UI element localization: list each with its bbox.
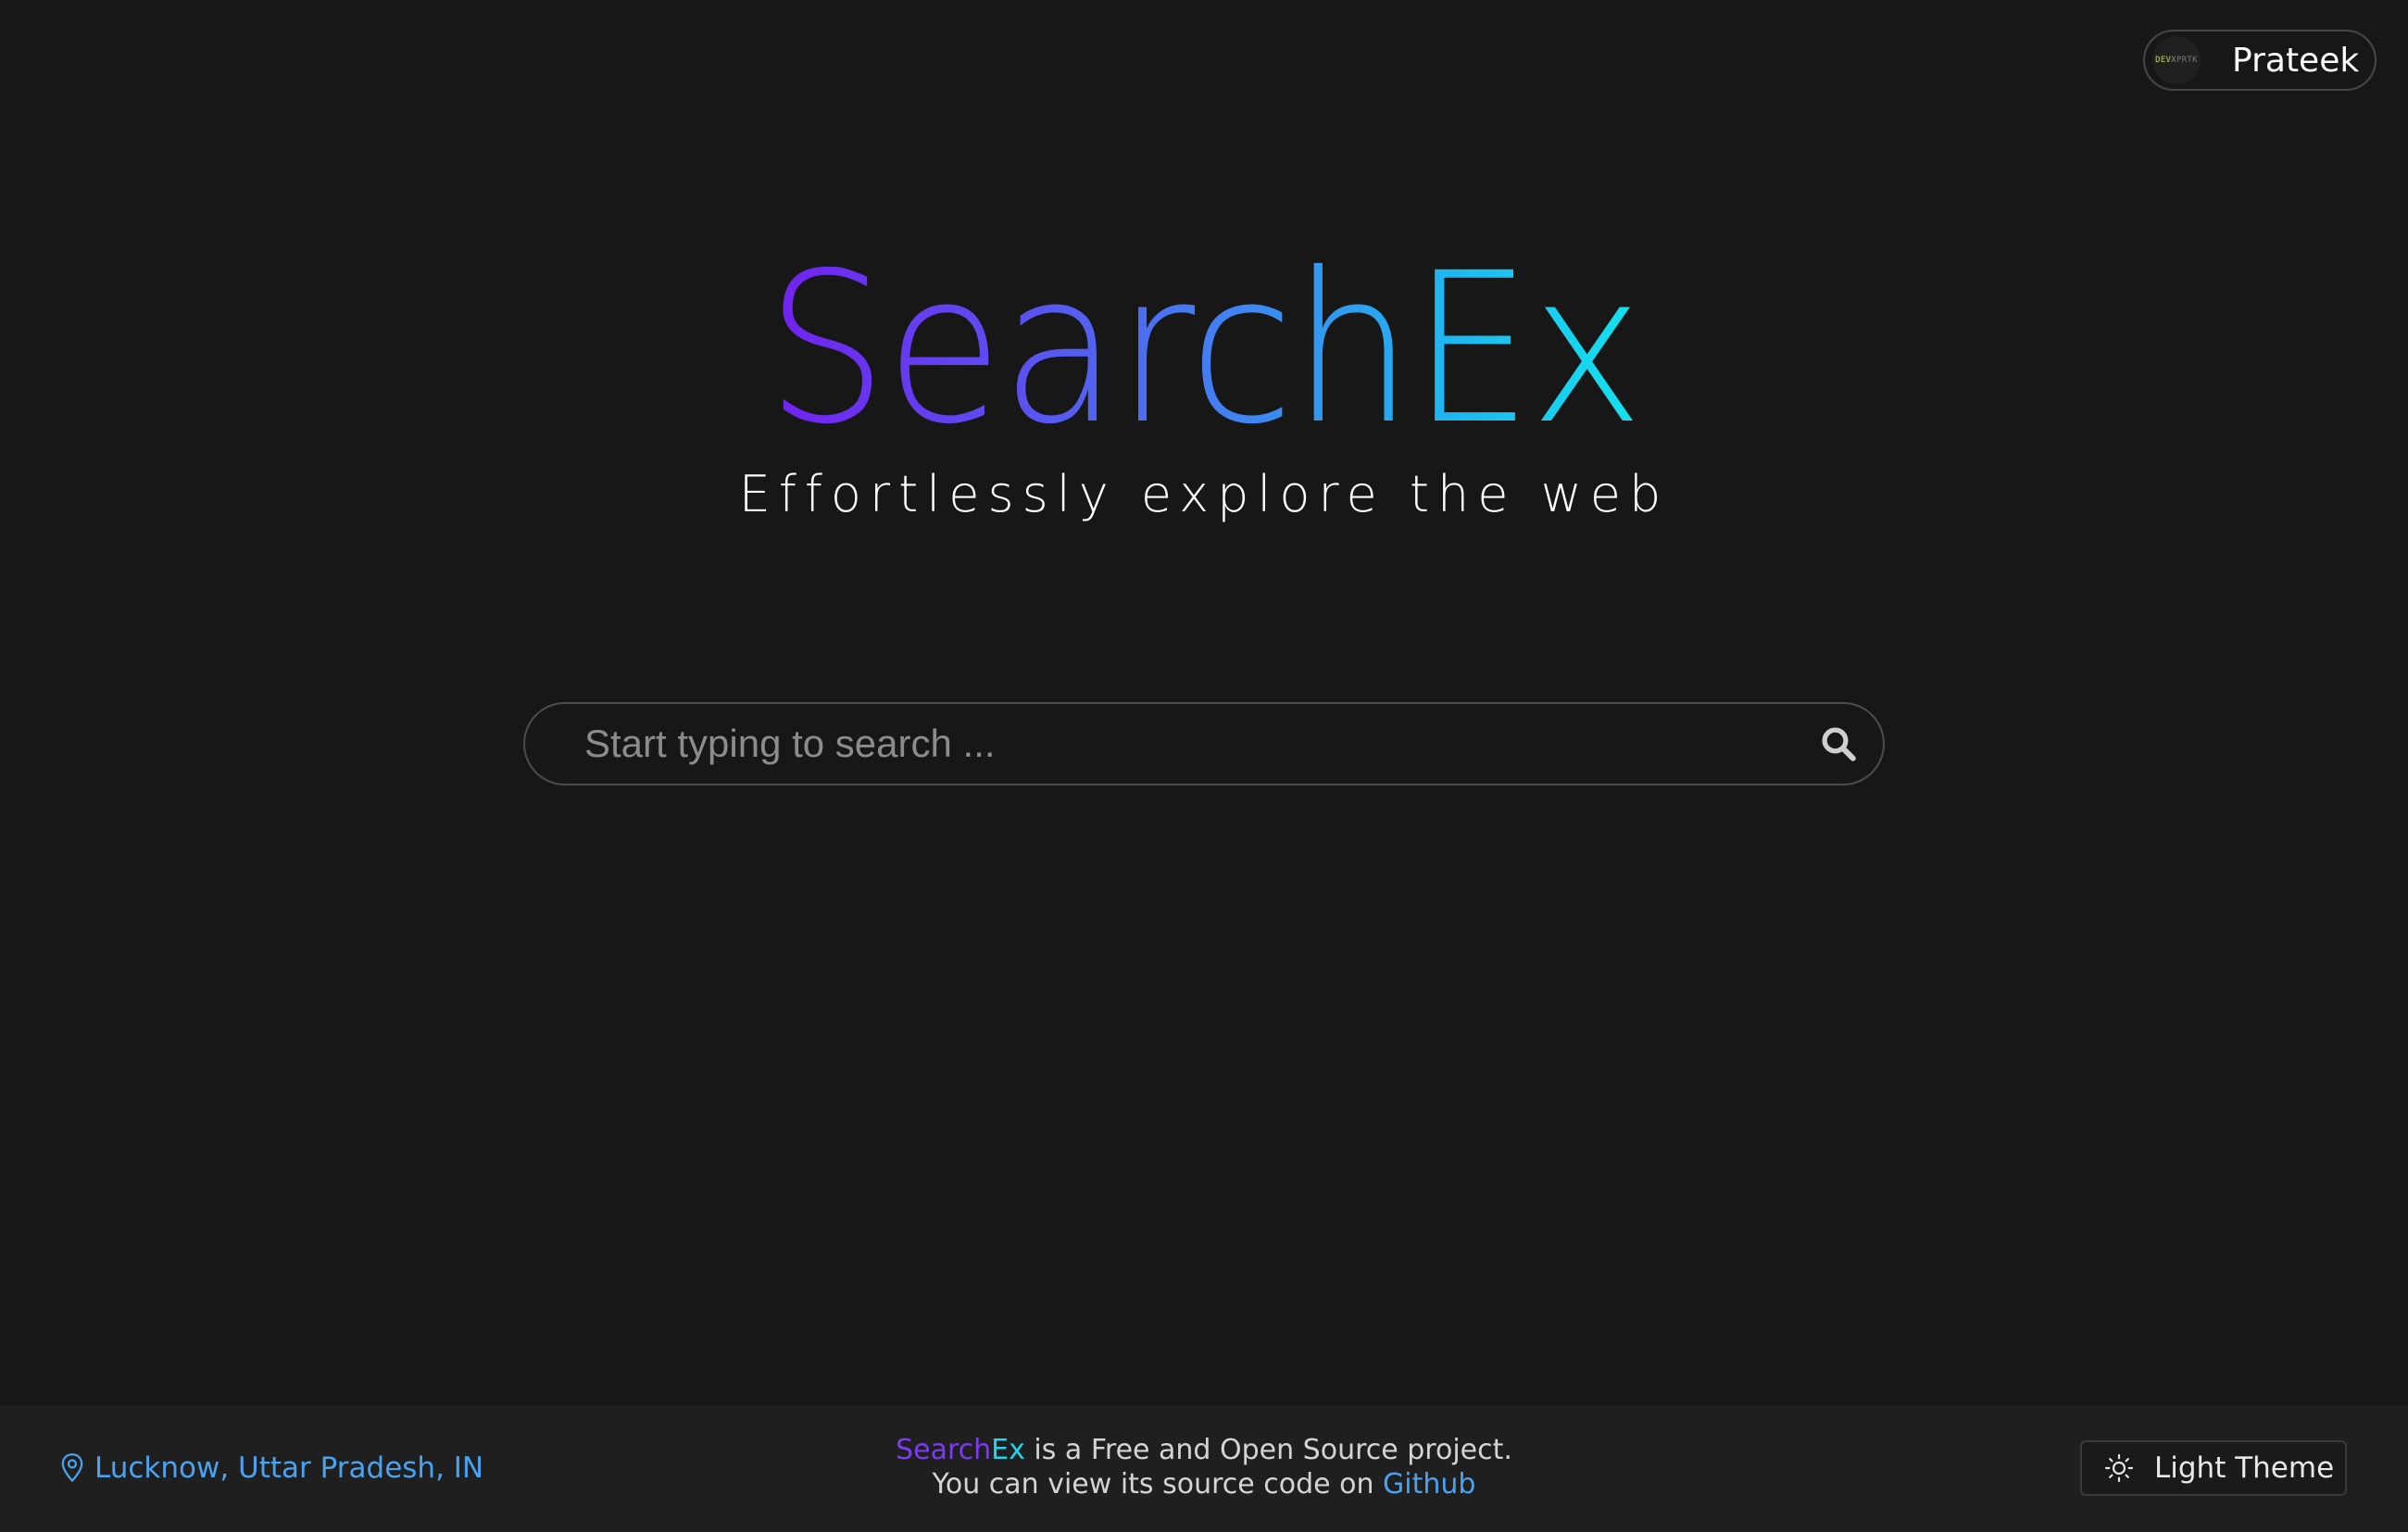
footer-line-1: SearchEx is a Free and Open Source proje… bbox=[0, 1433, 2408, 1467]
user-profile-button[interactable]: DEV X PRTK Prateek bbox=[2143, 30, 2377, 91]
theme-toggle-button[interactable]: Light Theme bbox=[2080, 1440, 2347, 1496]
search-input[interactable] bbox=[525, 703, 1816, 785]
footer-credits: SearchEx is a Free and Open Source proje… bbox=[0, 1433, 2408, 1501]
footer-line-1-text: is a Free and Open Source project. bbox=[1024, 1434, 1512, 1466]
footer-line-2-text: You can view its source code on bbox=[932, 1468, 1384, 1501]
footer-line-2: You can view its source code on Github bbox=[0, 1467, 2408, 1501]
github-link[interactable]: Github bbox=[1383, 1468, 1475, 1501]
user-name: Prateek bbox=[2232, 41, 2360, 80]
theme-toggle-label: Light Theme bbox=[2154, 1451, 2335, 1485]
sun-icon bbox=[2104, 1453, 2134, 1483]
avatar: DEV X PRTK bbox=[2152, 36, 2201, 84]
search-bar bbox=[523, 702, 1885, 785]
app-logo: SearchEx bbox=[0, 245, 2408, 453]
avatar-text-dev: DEV bbox=[2155, 56, 2172, 65]
footer-brand-ex: Ex bbox=[991, 1434, 1025, 1466]
avatar-text-prtk: PRTK bbox=[2176, 56, 2198, 65]
tagline: Effortlessly explore the web bbox=[738, 465, 1670, 523]
footer-brand-search: Search bbox=[896, 1434, 992, 1466]
search-icon[interactable] bbox=[1816, 722, 1861, 766]
logo-text: SearchEx bbox=[766, 228, 1643, 470]
page: DEV X PRTK Prateek SearchEx Effortlessly e… bbox=[0, 0, 2408, 1532]
footer: Lucknow, Uttar Pradesh, IN SearchEx is a… bbox=[0, 1405, 2408, 1532]
